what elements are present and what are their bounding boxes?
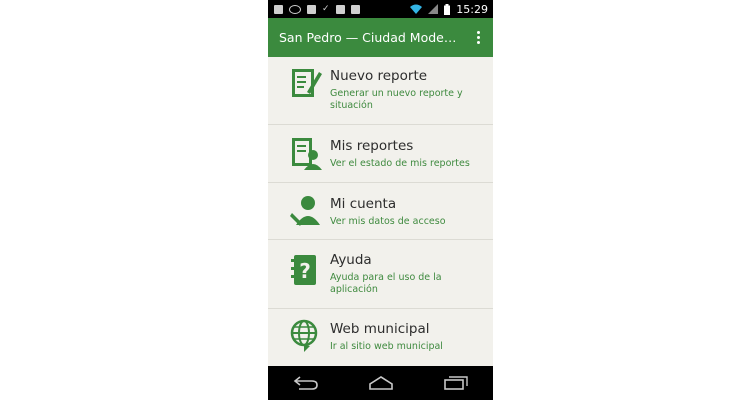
signal-icon	[428, 4, 439, 14]
phone-screen: ✓ 15:29 San Pedro — Ciudad Moderna Nuevo…	[268, 0, 493, 400]
menu-item-mi-cuenta[interactable]: Mi cuenta Ver mis datos de acceso	[268, 183, 493, 240]
globe-icon	[290, 319, 318, 352]
navigation-bar	[268, 366, 493, 400]
recents-button[interactable]	[441, 372, 471, 394]
new-report-icon	[292, 69, 322, 97]
app-bar: San Pedro — Ciudad Moderna	[268, 18, 493, 57]
recents-icon	[443, 376, 468, 390]
my-reports-icon	[292, 138, 322, 170]
menu-item-subtitle: Ir al sitio web municipal	[330, 341, 443, 352]
overflow-menu-icon[interactable]	[467, 18, 489, 57]
back-icon	[293, 376, 318, 390]
menu-item-subtitle: Ver mis datos de acceso	[330, 216, 446, 227]
clock: 15:29	[456, 2, 488, 16]
menu-item-title: Nuevo reporte	[330, 68, 428, 84]
voicemail-icon	[289, 4, 301, 14]
menu-item-title: Web municipal	[330, 321, 430, 337]
main-menu: Nuevo reporte Generar un nuevo reporte y…	[268, 57, 493, 366]
camera-icon	[335, 4, 345, 14]
menu-item-title: Ayuda	[330, 252, 372, 268]
home-icon	[368, 376, 393, 390]
app-title: San Pedro — Ciudad Moderna	[279, 30, 459, 45]
account-icon	[290, 196, 320, 226]
svg-text:?: ?	[299, 259, 311, 283]
image-icon	[307, 4, 316, 14]
menu-item-title: Mi cuenta	[330, 196, 397, 212]
facebook-icon	[274, 4, 283, 14]
help-icon: ?	[291, 255, 316, 285]
menu-item-subtitle: Generar un nuevo reporte y situación	[330, 88, 463, 111]
wifi-icon	[410, 4, 423, 14]
gallery-icon	[350, 4, 360, 14]
check-icon: ✓	[322, 4, 330, 14]
back-button[interactable]	[291, 372, 321, 394]
menu-item-web-municipal[interactable]: Web municipal Ir al sitio web municipal	[268, 309, 493, 366]
menu-item-nuevo-reporte[interactable]: Nuevo reporte Generar un nuevo reporte y…	[268, 57, 493, 125]
menu-item-mis-reportes[interactable]: Mis reportes Ver el estado de mis report…	[268, 125, 493, 183]
home-button[interactable]	[366, 372, 396, 394]
status-bar: ✓ 15:29	[268, 0, 493, 18]
battery-icon	[444, 3, 451, 15]
menu-item-subtitle: Ver el estado de mis reportes	[330, 158, 470, 169]
menu-item-subtitle: Ayuda para el uso de la aplicación	[330, 272, 442, 295]
menu-item-title: Mis reportes	[330, 138, 414, 154]
menu-item-ayuda[interactable]: ? Ayuda Ayuda para el uso de la aplicaci…	[268, 240, 493, 309]
